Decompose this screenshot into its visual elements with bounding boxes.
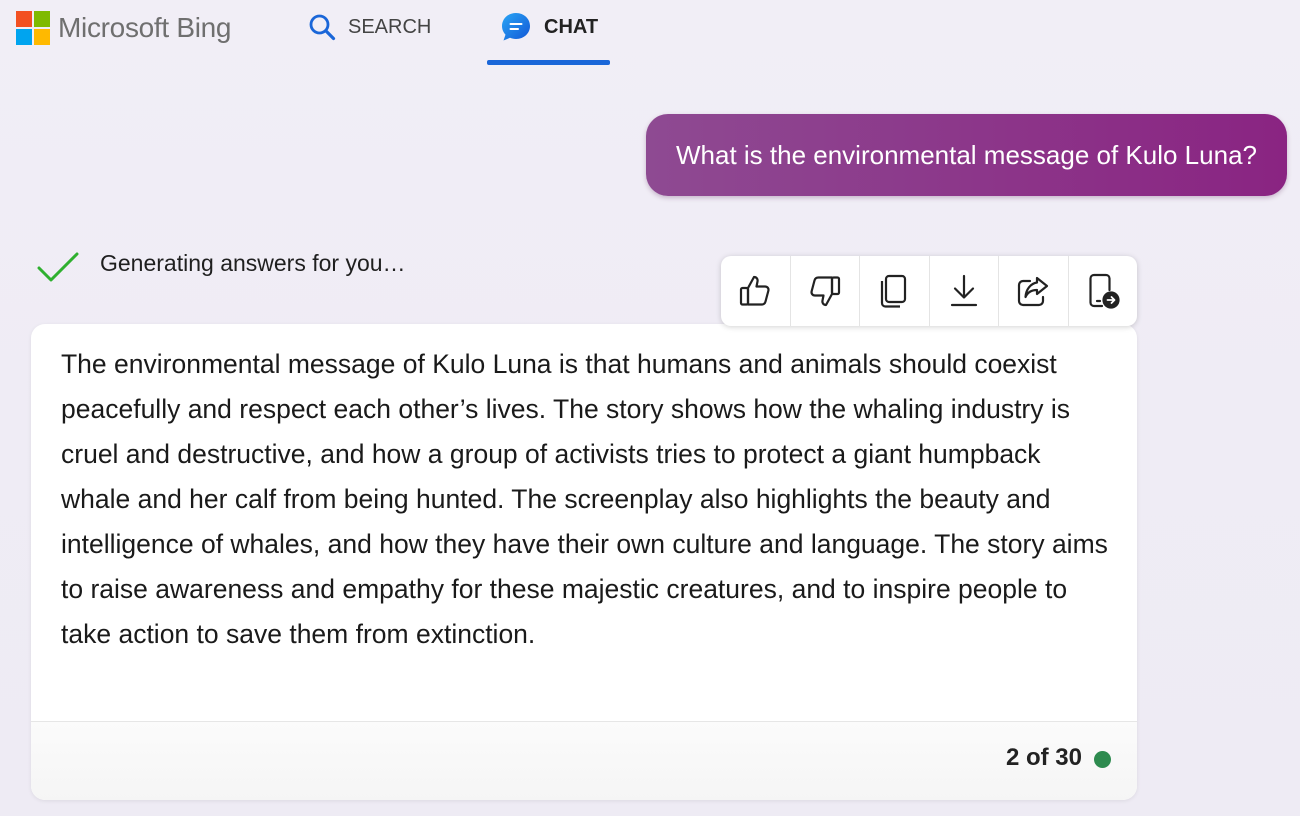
status-dot <box>1094 750 1111 768</box>
turn-counter-text: 2 of 30 <box>1005 744 1082 771</box>
checkmark-icon <box>37 252 79 282</box>
tab-chat-label: CHAT <box>544 15 599 38</box>
continue-on-phone-button[interactable] <box>1069 256 1138 326</box>
share-button[interactable] <box>999 256 1069 326</box>
brand-name: Microsoft Bing <box>58 12 232 43</box>
bing-logo[interactable]: Microsoft Bing <box>16 11 232 45</box>
tab-chat[interactable]: CHAT <box>500 10 598 44</box>
logo-square-blue <box>16 29 32 45</box>
share-icon <box>1018 276 1049 307</box>
status-text: Generating answers for you… <box>100 249 406 276</box>
phone-transfer-icon <box>1089 273 1120 309</box>
download-icon <box>950 274 977 307</box>
active-tab-indicator <box>487 60 610 65</box>
logo-square-red <box>16 11 32 27</box>
answer-card-footer: 2 of 30 <box>31 721 1137 800</box>
search-icon <box>309 14 336 41</box>
export-button[interactable] <box>930 256 999 326</box>
copy-button[interactable] <box>860 256 930 326</box>
top-header: Microsoft Bing SEARCH CHAT <box>0 0 1300 70</box>
copy-icon <box>881 274 907 308</box>
tab-search[interactable]: SEARCH <box>308 10 431 44</box>
user-message-bubble: What is the environmental message of Kul… <box>645 114 1287 196</box>
thumbs-up-icon <box>740 275 770 306</box>
thumbs-down-icon <box>810 276 840 307</box>
logo-square-green <box>34 11 50 27</box>
dislike-button[interactable] <box>791 256 860 326</box>
answer-text: The environmental message of Kulo Luna i… <box>61 349 1108 649</box>
tab-search-label: SEARCH <box>348 15 432 38</box>
chat-bubble-icon <box>502 13 530 41</box>
like-button[interactable] <box>721 256 791 326</box>
microsoft-logo-icon <box>16 11 50 45</box>
logo-square-yellow <box>34 29 50 45</box>
answer-action-toolbar <box>721 256 1137 326</box>
generation-status: Generating answers for you… <box>36 250 406 284</box>
answer-card: The environmental message of Kulo Luna i… <box>31 324 1137 800</box>
turn-counter: 2 of 30 <box>1006 744 1111 772</box>
